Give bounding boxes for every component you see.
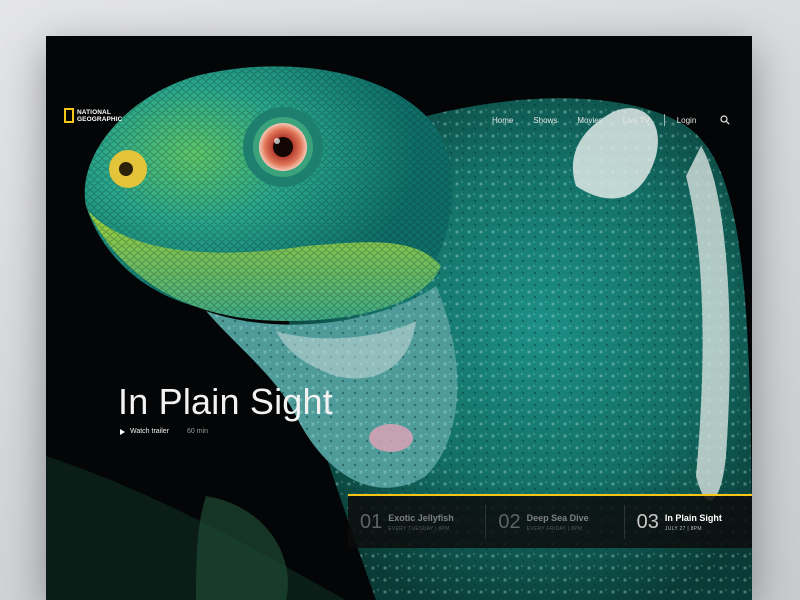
episode-number: 01 [360,510,383,533]
search-icon[interactable] [720,115,730,125]
brand-logo[interactable]: NATIONAL GEOGRAPHIC [64,108,135,123]
nav-item-home[interactable]: Home [492,116,513,125]
nav-item-movies[interactable]: Movies [577,116,602,125]
watch-trailer-link[interactable]: Watch trailer [130,428,169,435]
nav-item-live-tv[interactable]: Live TV [623,116,650,125]
nav-item-shows[interactable]: Shows [533,116,557,125]
episode-card-2[interactable]: 02 Deep Sea Dive EVERY FRIDAY | 8PM [485,505,623,539]
play-icon[interactable] [120,428,125,435]
episode-title: Deep Sea Dive [526,512,589,523]
nav-divider [663,114,665,126]
episode-card-3[interactable]: 03 In Plain Sight JULY 27 | 8PM [623,505,752,539]
browser-screen: NATIONAL GEOGRAPHIC Home Shows Movies Li… [46,36,752,600]
logo-line-1: NATIONAL [77,108,111,116]
episode-title: In Plain Sight [664,512,722,523]
top-nav: Home Shows Movies Live TV Login [492,114,730,126]
episode-number: 02 [498,510,521,533]
episode-number: 03 [636,510,659,533]
login-link[interactable]: Login [677,116,697,125]
duration-label: 60 min [187,428,209,435]
episode-bar: 01 Exotic Jellyfish EVERY TUESDAY | 8PM … [348,494,752,548]
hero-meta: Watch trailer 60 min [120,428,208,435]
logo-line-2: GEOGRAPHIC [77,115,123,123]
episode-title: Exotic Jellyfish [388,512,454,523]
episode-schedule: EVERY TUESDAY | 8PM [388,525,450,532]
logo-frame-icon [64,108,74,123]
episode-card-1[interactable]: 01 Exotic Jellyfish EVERY TUESDAY | 8PM [348,505,485,539]
episode-schedule: EVERY FRIDAY | 8PM [526,525,583,532]
hero-title: In Plain Sight [118,381,333,422]
episode-schedule: JULY 27 | 8PM [664,525,702,532]
